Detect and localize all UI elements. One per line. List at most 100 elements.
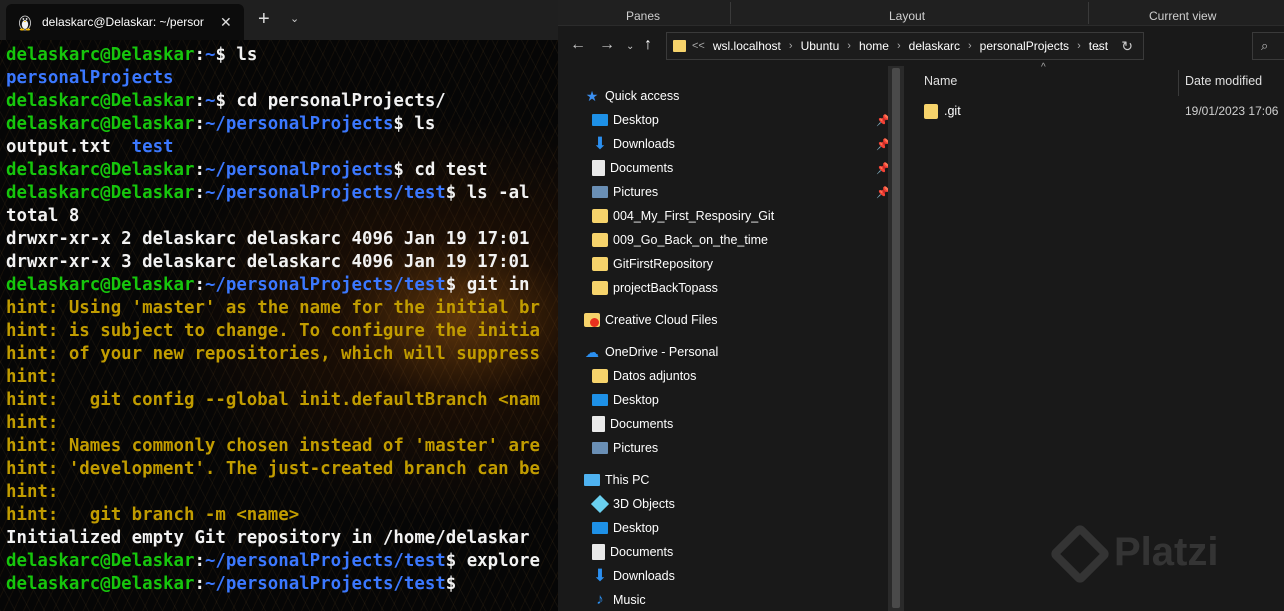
creative-cloud-icon: [584, 313, 600, 327]
nav-label: Documents: [610, 545, 674, 559]
terminal-text-segment: ~: [204, 45, 216, 65]
document-icon: [592, 416, 605, 432]
chevron-down-icon[interactable]: ⌄: [1094, 40, 1103, 53]
terminal-text-segment: $ ls: [393, 114, 436, 134]
address-bar[interactable]: << wsl.localhost › Ubuntu › home › delas…: [666, 32, 1144, 60]
terminal-line: drwxr-xr-x 3 delaskarc delaskarc 4096 Ja…: [6, 251, 558, 274]
nav-creative-cloud-files[interactable]: Creative Cloud Files: [584, 309, 718, 331]
terminal-text-segment: :: [194, 114, 205, 134]
divider: [1088, 2, 1089, 24]
terminal-tab[interactable]: delaskarc@Delaskar: ~/persor ✕: [6, 4, 244, 40]
terminal-text-segment: delaskarc@Delaskar: [6, 551, 195, 571]
terminal-window[interactable]: delaskarc@Delaskar: ~/persor ✕ + ⌄ delas…: [0, 0, 558, 611]
chevron-right-icon[interactable]: ›: [897, 40, 901, 52]
nav-item-pc-desktop[interactable]: Desktop: [592, 517, 659, 539]
arrow-right-icon[interactable]: →: [599, 36, 615, 54]
terminal-text-segment: hint:: [6, 482, 59, 502]
breadcrumb-personalprojects[interactable]: personalProjects: [980, 39, 1069, 53]
terminal-line: output.txt test: [6, 136, 558, 159]
nav-item-downloads[interactable]: ⬇ Downloads: [592, 133, 675, 155]
download-icon: ⬇: [592, 566, 608, 585]
close-icon[interactable]: ✕: [220, 14, 232, 31]
nav-item-onedrive-documents[interactable]: Documents: [592, 413, 673, 435]
terminal-line: hint: 'development'. The just-created br…: [6, 458, 558, 481]
nav-item-009-go-back-on-the-time[interactable]: 009_Go_Back_on_the_time: [592, 229, 768, 251]
chevron-right-icon[interactable]: ›: [1077, 40, 1081, 52]
column-divider[interactable]: [1178, 70, 1179, 96]
terminal-text-segment: output.txt: [6, 137, 132, 157]
breadcrumb-delaskarc[interactable]: delaskarc: [909, 39, 960, 53]
nav-item-desktop[interactable]: Desktop: [592, 109, 659, 131]
nav-item-pc-downloads[interactable]: ⬇ Downloads: [592, 565, 675, 587]
terminal-text-segment: delaskarc@Delaskar: [6, 160, 195, 180]
navigation-scrollbar[interactable]: [888, 66, 904, 611]
nav-item-3d-objects[interactable]: 3D Objects: [590, 493, 675, 515]
terminal-line: hint:: [6, 412, 558, 435]
nav-label: 3D Objects: [613, 497, 675, 511]
terminal-line: hint:: [6, 366, 558, 389]
terminal-line: Initialized empty Git repository in /hom…: [6, 527, 558, 550]
breadcrumb-wsl-localhost[interactable]: wsl.localhost: [713, 39, 781, 53]
folder-icon: [924, 103, 938, 119]
terminal-text-segment: ~/personalProjects: [204, 114, 394, 134]
nav-item-pc-documents[interactable]: Documents: [592, 541, 673, 563]
folder-icon: [592, 233, 608, 247]
picture-icon: [592, 186, 608, 198]
terminal-line: delaskarc@Delaskar:~$ cd personalProject…: [6, 90, 558, 113]
navigation-pane[interactable]: ★ Quick access Desktop 📌 ⬇ Downloads 📌 D…: [558, 66, 890, 611]
nav-item-004-my-first-resposiry-git[interactable]: 004_My_First_Resposiry_Git: [592, 205, 774, 227]
terminal-text-segment: total 8: [6, 206, 80, 226]
file-row-git[interactable]: .git: [924, 100, 961, 122]
breadcrumb-overflow[interactable]: <<: [692, 40, 705, 52]
folder-icon: [592, 257, 608, 271]
nav-item-onedrive-desktop[interactable]: Desktop: [592, 389, 659, 411]
terminal-line: personalProjects: [6, 67, 558, 90]
chevron-right-icon[interactable]: ›: [968, 40, 972, 52]
nav-label: Desktop: [613, 521, 659, 535]
nav-label: Downloads: [613, 569, 675, 583]
nav-item-documents[interactable]: Documents: [592, 157, 673, 179]
terminal-text-segment: ~/personalProjects/test: [204, 275, 446, 295]
breadcrumb-home[interactable]: home: [859, 39, 889, 53]
nav-this-pc[interactable]: This PC: [584, 469, 649, 491]
search-icon: ⌕: [1261, 38, 1269, 53]
document-icon: [592, 544, 605, 560]
divider: [730, 2, 731, 24]
desktop-icon: [592, 114, 608, 126]
plus-icon[interactable]: +: [258, 8, 270, 30]
terminal-line: hint: Names commonly chosen instead of '…: [6, 435, 558, 458]
chevron-down-icon[interactable]: ⌄: [290, 12, 299, 25]
nav-quick-access[interactable]: ★ Quick access: [584, 85, 680, 107]
terminal-line: hint: Using 'master' as the name for the…: [6, 297, 558, 320]
column-header-date-modified[interactable]: Date modified: [1185, 74, 1262, 88]
terminal-line: delaskarc@Delaskar:~/personalProjects$ l…: [6, 113, 558, 136]
platzi-watermark: Platzi: [1048, 523, 1218, 586]
nav-item-pc-music[interactable]: ♪ Music: [592, 589, 645, 611]
ribbon-group-layout: Layout: [889, 9, 926, 23]
nav-item-projectbacktopass[interactable]: projectBackTopass: [592, 277, 718, 299]
breadcrumb-ubuntu[interactable]: Ubuntu: [801, 39, 840, 53]
column-header-name[interactable]: Name: [924, 74, 957, 88]
nav-item-onedrive-pictures[interactable]: Pictures: [592, 437, 658, 459]
nav-label: Documents: [610, 161, 674, 175]
nav-onedrive[interactable]: ☁ OneDrive - Personal: [584, 341, 718, 363]
nav-label: Desktop: [613, 113, 659, 127]
chevron-down-icon[interactable]: ⌄: [626, 41, 634, 52]
terminal-text-segment: ~: [204, 91, 216, 111]
nav-item-gitfirstrepository[interactable]: GitFirstRepository: [592, 253, 713, 275]
chevron-right-icon[interactable]: ›: [789, 40, 793, 52]
scrollbar-thumb[interactable]: [892, 68, 900, 608]
arrow-up-icon[interactable]: ↑: [644, 36, 652, 54]
terminal-output[interactable]: delaskarc@Delaskar:~$ ls personalProjects…: [6, 44, 558, 596]
search-input[interactable]: ⌕: [1252, 32, 1284, 60]
arrow-left-icon[interactable]: ←: [570, 36, 586, 54]
nav-label: 009_Go_Back_on_the_time: [613, 233, 768, 247]
chevron-right-icon[interactable]: ›: [847, 40, 851, 52]
nav-item-datos-adjuntos[interactable]: Datos adjuntos: [592, 365, 696, 387]
folder-icon: [592, 209, 608, 223]
nav-item-pictures[interactable]: Pictures: [592, 181, 658, 203]
terminal-line: delaskarc@Delaskar:~$ ls: [6, 44, 558, 67]
address-bar-row: ← → ⌄ ↑ << wsl.localhost › Ubuntu › home…: [558, 26, 1284, 66]
terminal-text-segment: delaskarc@Delaskar: [6, 275, 195, 295]
refresh-icon[interactable]: ↻: [1121, 38, 1133, 55]
